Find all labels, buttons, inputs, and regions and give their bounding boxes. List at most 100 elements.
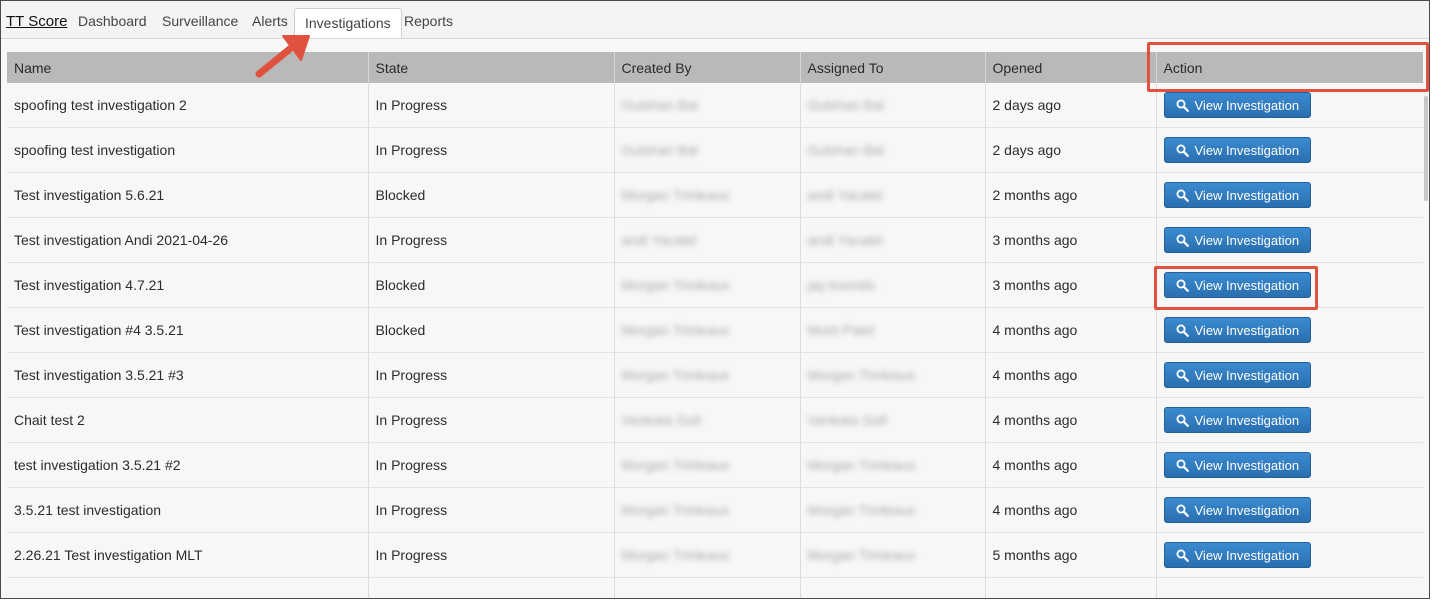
cell-opened: 3 months ago: [985, 217, 1157, 263]
cell-name: spoofing test investigation 2: [7, 83, 369, 128]
cell-opened: 4 months ago: [985, 307, 1157, 353]
header-assigned-to[interactable]: Assigned To: [800, 52, 986, 83]
table-row[interactable]: Chait test 2 In Progress Venkata Goll Ve…: [7, 397, 1423, 443]
cell-assigned-to: Morgan Trinleaux: [800, 487, 986, 533]
assigned-to-name: andi Yacalel: [807, 187, 883, 203]
cell-assigned-to: Gulshan Bal: [800, 127, 986, 173]
tab-reports[interactable]: Reports: [404, 13, 453, 29]
cell-created-by: Morgan Trinleaux: [614, 532, 801, 578]
view-investigation-button[interactable]: View Investigation: [1163, 407, 1312, 433]
assigned-to-name: Venkata Goll: [807, 412, 887, 428]
view-investigation-button[interactable]: View Investigation: [1163, 92, 1312, 118]
view-investigation-label: View Investigation: [1194, 142, 1300, 158]
view-investigation-button[interactable]: View Investigation: [1163, 317, 1312, 343]
cell-opened: 4 months ago: [985, 397, 1157, 443]
assigned-to-name: Morgan Trinleaux: [807, 457, 916, 473]
cell-opened: 4 months ago: [985, 442, 1157, 488]
cell-created-by: [614, 577, 801, 598]
table-row[interactable]: [7, 577, 1423, 598]
cell-state: In Progress: [368, 127, 615, 173]
table-row[interactable]: spoofing test investigation 2 In Progres…: [7, 83, 1423, 128]
cell-name: 2.26.21 Test investigation MLT: [7, 532, 369, 578]
app-window: TT Score Dashboard Surveillance Alerts I…: [0, 0, 1430, 599]
cell-opened: 2 months ago: [985, 172, 1157, 218]
cell-created-by: Morgan Trinleaux: [614, 262, 801, 308]
cell-state: Blocked: [368, 172, 615, 218]
search-icon: [1176, 324, 1189, 337]
table-row[interactable]: 2.26.21 Test investigation MLT In Progre…: [7, 532, 1423, 578]
search-icon: [1176, 459, 1189, 472]
view-investigation-button[interactable]: View Investigation: [1163, 452, 1312, 478]
investigations-table: Name State Created By Assigned To Opened…: [7, 52, 1423, 598]
cell-action: View Investigation: [1156, 442, 1423, 488]
cell-name: [7, 577, 369, 598]
search-icon: [1176, 234, 1189, 247]
view-investigation-label: View Investigation: [1194, 367, 1300, 383]
cell-created-by: Venkata Goll: [614, 397, 801, 443]
cell-name: Test investigation #4 3.5.21: [7, 307, 369, 353]
created-by-name: Morgan Trinleaux: [621, 187, 730, 203]
header-created-by[interactable]: Created By: [614, 52, 801, 83]
view-investigation-button[interactable]: View Investigation: [1163, 497, 1312, 523]
tab-alerts[interactable]: Alerts: [252, 13, 288, 29]
tab-dashboard[interactable]: Dashboard: [78, 13, 147, 29]
table-row[interactable]: Test investigation Andi 2021-04-26 In Pr…: [7, 217, 1423, 263]
header-name[interactable]: Name: [7, 52, 369, 83]
cell-assigned-to: jay koondo: [800, 262, 986, 308]
table-header-row: Name State Created By Assigned To Opened…: [7, 52, 1423, 83]
created-by-name: Morgan Trinleaux: [621, 322, 730, 338]
search-icon: [1176, 369, 1189, 382]
table-row[interactable]: Test investigation 4.7.21 Blocked Morgan…: [7, 262, 1423, 308]
header-action: Action: [1156, 52, 1423, 83]
table-row[interactable]: Test investigation #4 3.5.21 Blocked Mor…: [7, 307, 1423, 353]
cell-state: In Progress: [368, 532, 615, 578]
vertical-scrollbar[interactable]: [1424, 96, 1428, 201]
table-row[interactable]: spoofing test investigation In Progress …: [7, 127, 1423, 173]
view-investigation-button[interactable]: View Investigation: [1163, 362, 1312, 388]
created-by-name: Morgan Trinleaux: [621, 457, 730, 473]
tab-surveillance[interactable]: Surveillance: [162, 13, 238, 29]
header-opened[interactable]: Opened: [985, 52, 1157, 83]
assigned-to-name: Gulshan Bal: [807, 97, 884, 113]
cell-opened: 2 days ago: [985, 83, 1157, 128]
created-by-name: Venkata Goll: [621, 412, 701, 428]
table-row[interactable]: test investigation 3.5.21 #2 In Progress…: [7, 442, 1423, 488]
view-investigation-label: View Investigation: [1194, 547, 1300, 563]
cell-name: Chait test 2: [7, 397, 369, 443]
view-investigation-button[interactable]: View Investigation: [1163, 137, 1312, 163]
investigations-table-container: Name State Created By Assigned To Opened…: [7, 52, 1423, 598]
cell-created-by: Morgan Trinleaux: [614, 352, 801, 398]
table-row[interactable]: Test investigation 3.5.21 #3 In Progress…: [7, 352, 1423, 398]
created-by-name: andi Yacalel: [621, 232, 697, 248]
table-row[interactable]: 3.5.21 test investigation In Progress Mo…: [7, 487, 1423, 533]
cell-assigned-to: Morgan Trinleaux: [800, 442, 986, 488]
cell-assigned-to: [800, 577, 986, 598]
cell-action: View Investigation: [1156, 217, 1423, 263]
cell-action: View Investigation: [1156, 127, 1423, 173]
cell-opened: 4 months ago: [985, 487, 1157, 533]
search-icon: [1176, 504, 1189, 517]
cell-action: View Investigation: [1156, 397, 1423, 443]
search-icon: [1176, 144, 1189, 157]
cell-created-by: Morgan Trinleaux: [614, 487, 801, 533]
cell-state: In Progress: [368, 442, 615, 488]
cell-name: 3.5.21 test investigation: [7, 487, 369, 533]
assigned-to-name: Gulshan Bal: [807, 142, 884, 158]
view-investigation-button[interactable]: View Investigation: [1163, 227, 1312, 253]
brand-link[interactable]: TT Score: [6, 13, 67, 30]
view-investigation-label: View Investigation: [1194, 457, 1300, 473]
view-investigation-label: View Investigation: [1194, 232, 1300, 248]
tab-investigations[interactable]: Investigations: [294, 8, 402, 38]
cell-action: View Investigation: [1156, 487, 1423, 533]
cell-opened: 5 months ago: [985, 532, 1157, 578]
table-row[interactable]: Test investigation 5.6.21 Blocked Morgan…: [7, 172, 1423, 218]
cell-created-by: Morgan Trinleaux: [614, 307, 801, 353]
view-investigation-button[interactable]: View Investigation: [1163, 182, 1312, 208]
cell-assigned-to: Morgan Trinleaux: [800, 532, 986, 578]
header-state[interactable]: State: [368, 52, 615, 83]
view-investigation-button[interactable]: View Investigation: [1163, 542, 1312, 568]
cell-assigned-to: andi Yacalel: [800, 172, 986, 218]
cell-state: In Progress: [368, 217, 615, 263]
view-investigation-button[interactable]: View Investigation: [1163, 272, 1312, 298]
top-nav: TT Score Dashboard Surveillance Alerts I…: [1, 1, 1429, 39]
